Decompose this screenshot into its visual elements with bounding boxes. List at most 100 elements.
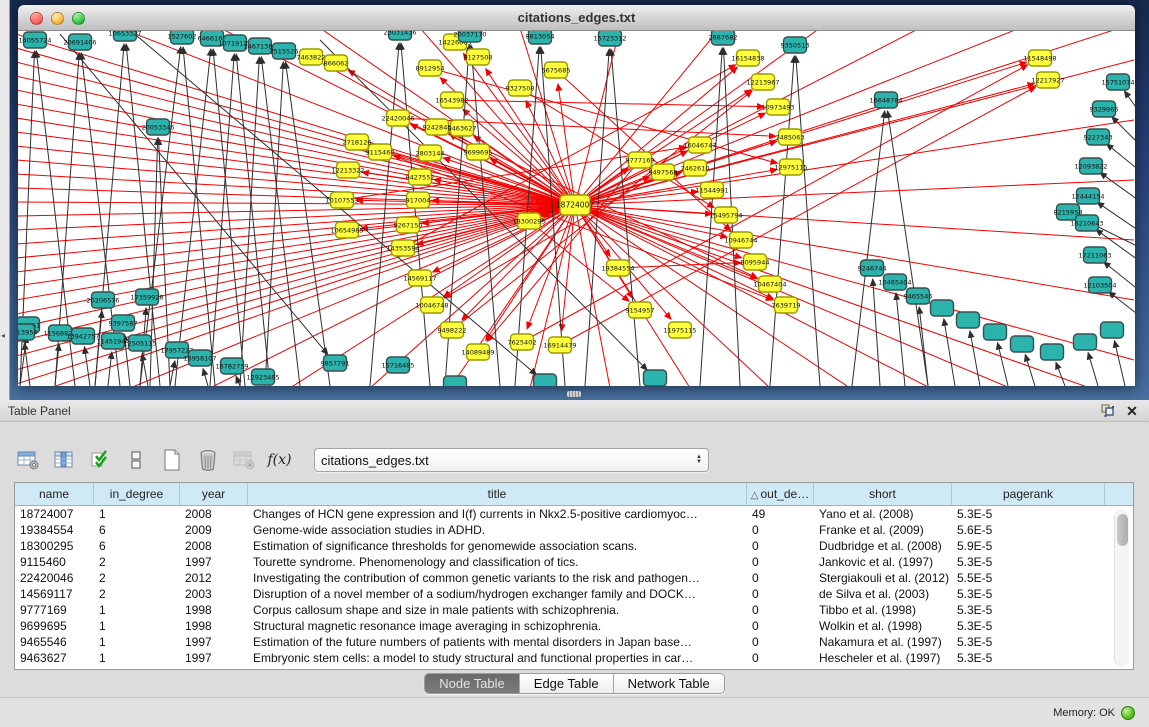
network-node[interactable]: 11975115: [663, 322, 696, 338]
network-node[interactable]: 14353594: [386, 240, 419, 256]
network-node[interactable]: 2718126: [343, 134, 372, 150]
network-node[interactable]: [534, 374, 557, 386]
table-row[interactable]: 2242004622012Investigating the contribut…: [15, 570, 1133, 586]
rows-icon[interactable]: [122, 446, 149, 474]
network-node[interactable]: 20206576: [86, 292, 119, 308]
table-row[interactable]: 969969511998Structural magnetic resonanc…: [15, 618, 1133, 634]
network-node[interactable]: 9246744: [858, 260, 887, 276]
network-node[interactable]: 12093822: [1074, 158, 1107, 174]
network-node[interactable]: 9397587: [109, 315, 138, 331]
gutter-collapse-handle[interactable]: ◂: [1, 330, 9, 342]
network-node[interactable]: 16958107: [183, 350, 216, 366]
network-node[interactable]: 9227343: [1084, 129, 1113, 145]
network-node[interactable]: 23031436: [383, 31, 416, 40]
network-node[interactable]: [1101, 322, 1124, 338]
network-node[interactable]: 7462610: [681, 160, 710, 176]
network-node[interactable]: [644, 370, 667, 386]
network-node[interactable]: 14089489: [461, 344, 494, 360]
network-node[interactable]: 17211063: [1078, 247, 1111, 263]
network-node[interactable]: 9497568: [649, 164, 678, 180]
network-node[interactable]: 19384554: [601, 260, 634, 276]
network-node[interactable]: 9857791: [321, 355, 350, 371]
table-row[interactable]: 1830029562008Estimation of significance …: [15, 538, 1133, 554]
network-node[interactable]: 1527602: [168, 31, 197, 44]
network-node[interactable]: 16154838: [731, 50, 764, 66]
network-node[interactable]: 10946744: [724, 232, 757, 248]
network-node[interactable]: 9127508: [464, 49, 493, 65]
network-node[interactable]: 13942757: [66, 328, 99, 344]
network-node[interactable]: 16914479: [543, 337, 576, 353]
scrollbar-thumb[interactable]: [1117, 514, 1128, 546]
network-node[interactable]: 9115460: [366, 144, 395, 160]
network-node[interactable]: 7625402: [508, 334, 537, 350]
delete-trash-icon[interactable]: [194, 446, 221, 474]
network-node[interactable]: 9463627: [448, 120, 477, 136]
select-all-icon[interactable]: [86, 446, 113, 474]
network-node[interactable]: 917004: [406, 192, 431, 208]
column-header-short[interactable]: short: [814, 483, 952, 505]
network-node[interactable]: 11544991: [695, 182, 728, 198]
tab-node-table[interactable]: Node Table: [425, 674, 520, 693]
window-titlebar[interactable]: citations_edges.txt: [18, 5, 1135, 31]
tab-edge-table[interactable]: Edge Table: [520, 674, 614, 693]
function-builder-icon[interactable]: f(x): [266, 446, 293, 474]
network-node[interactable]: 2687682: [709, 31, 738, 45]
network-view-window[interactable]: citations_edges.txt 18724007142260639127…: [18, 5, 1135, 386]
network-node[interactable]: 14055724: [18, 32, 51, 48]
network-node[interactable]: 7463822: [297, 49, 326, 65]
network-node[interactable]: [1041, 344, 1064, 360]
network-node[interactable]: 12217927: [1031, 72, 1064, 88]
network-node[interactable]: 10107553: [325, 192, 358, 208]
network-node[interactable]: 10654985: [330, 222, 363, 238]
network-node[interactable]: 10465404: [878, 274, 911, 290]
column-header-out_degree[interactable]: △out_de…: [747, 483, 814, 505]
network-node[interactable]: 10467404: [753, 276, 786, 292]
network-node[interactable]: 15723312: [593, 31, 626, 46]
close-panel-icon[interactable]: ✕: [1123, 403, 1141, 419]
table-row[interactable]: 977716911998Corpus callosum shape and si…: [15, 602, 1133, 618]
table-selector-dropdown[interactable]: citations_edges.txt ▲▼: [314, 448, 709, 472]
table-row[interactable]: 946554611997Estimation of the future num…: [15, 634, 1133, 650]
network-node[interactable]: 7485063: [776, 129, 805, 145]
column-header-title[interactable]: title: [248, 483, 747, 505]
network-node[interactable]: 11548498: [1023, 50, 1056, 66]
network-node[interactable]: [931, 300, 954, 316]
show-columns-icon[interactable]: [50, 446, 77, 474]
network-node[interactable]: [1074, 334, 1097, 350]
network-node[interactable]: 9154957: [626, 302, 655, 318]
network-node[interactable]: [957, 312, 980, 328]
network-node[interactable]: 9498222: [438, 322, 467, 338]
network-node[interactable]: 22420046: [381, 110, 414, 126]
table-row[interactable]: 1872400712008Changes of HCN gene express…: [15, 506, 1133, 522]
network-node[interactable]: 9267150: [394, 217, 423, 233]
network-node[interactable]: 12103504: [1083, 277, 1116, 293]
float-panel-icon[interactable]: [1099, 403, 1117, 419]
table-settings-icon[interactable]: [14, 446, 41, 474]
network-node[interactable]: 7639719: [772, 297, 801, 313]
network-node[interactable]: 18300295: [512, 213, 545, 229]
network-node[interactable]: 17359928: [130, 289, 163, 305]
network-node[interactable]: 866062: [324, 55, 349, 71]
network-node[interactable]: 9777169: [626, 152, 655, 168]
network-node[interactable]: 8427552: [406, 169, 435, 185]
network-node[interactable]: 15495794: [709, 207, 742, 223]
network-node[interactable]: 9350513: [781, 37, 810, 53]
network-node[interactable]: 12444154: [1071, 188, 1104, 204]
network-node[interactable]: 15716485: [381, 357, 414, 373]
network-node[interactable]: 20037170: [453, 31, 486, 42]
network-node[interactable]: 12923485: [246, 369, 279, 385]
network-canvas[interactable]: 1872400714226063912750889129541654398222…: [18, 31, 1135, 386]
network-node[interactable]: 5675685: [542, 62, 571, 78]
network-node[interactable]: 9329966: [1090, 101, 1119, 117]
network-node[interactable]: 12975115: [774, 159, 807, 175]
network-node[interactable]: 9327508: [506, 80, 535, 96]
tab-network-table[interactable]: Network Table: [614, 674, 724, 693]
network-node[interactable]: 12213967: [746, 74, 779, 90]
network-node[interactable]: 9465546: [904, 288, 933, 304]
delete-table-icon[interactable]: [230, 446, 257, 474]
network-node[interactable]: [984, 324, 1007, 340]
column-header-year[interactable]: year: [180, 483, 248, 505]
network-node[interactable]: 9699695: [464, 144, 493, 160]
network-node[interactable]: 16648784: [869, 92, 902, 108]
table-row[interactable]: 911546021997Tourette syndrome. Phenomeno…: [15, 554, 1133, 570]
